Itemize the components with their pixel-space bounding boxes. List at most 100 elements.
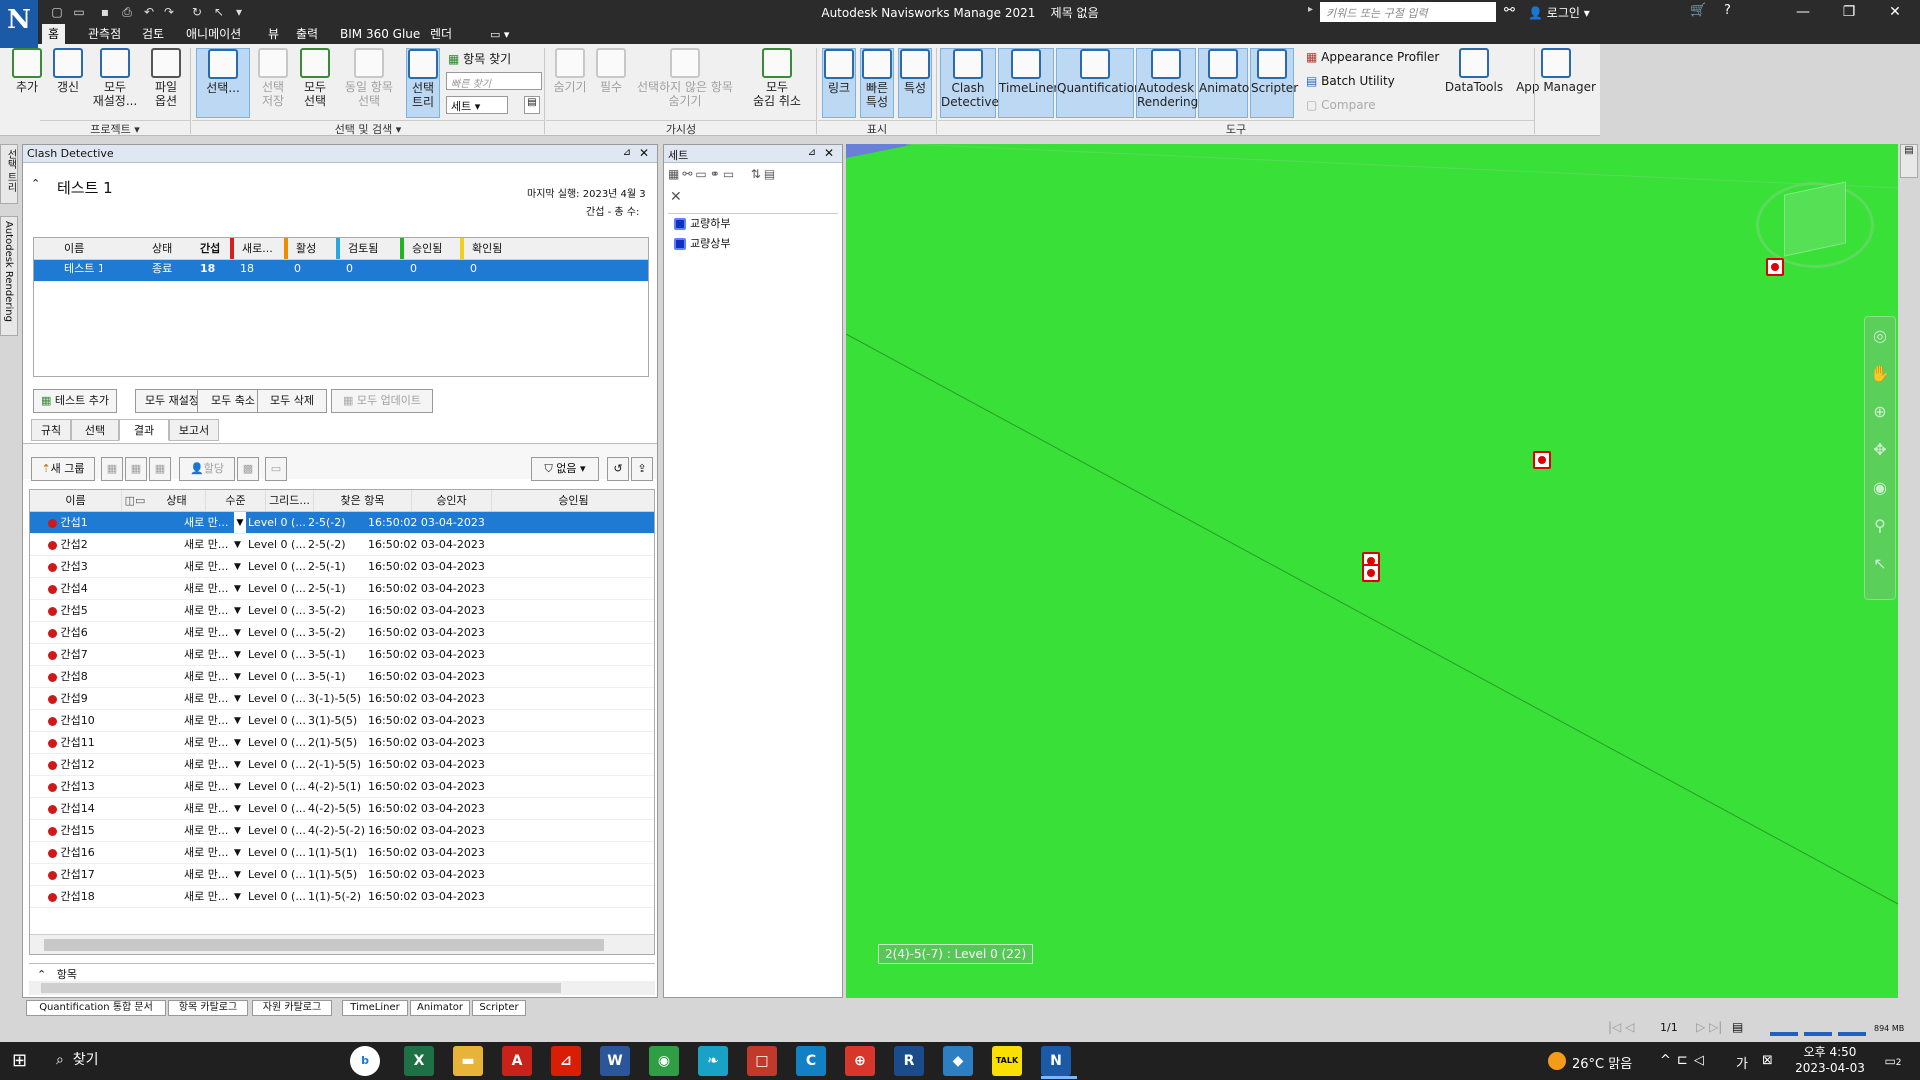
- taskbar-app-icon[interactable]: TALK: [992, 1046, 1022, 1076]
- filter-dropdown[interactable]: ⛉ 없음 ▾: [531, 457, 599, 481]
- batch-utility-button[interactable]: ▤ Batch Utility: [1306, 74, 1395, 88]
- taskbar-app-icon[interactable]: N: [1041, 1046, 1071, 1076]
- taskbar-app-icon[interactable]: ❧: [698, 1046, 728, 1076]
- clash-subtab[interactable]: 보고서: [169, 419, 219, 441]
- camera-comment-icon[interactable]: ◫▭: [122, 490, 148, 511]
- result-status-cell[interactable]: 새로 만...: [180, 556, 232, 577]
- taskbar-app-icon[interactable]: C: [796, 1046, 826, 1076]
- sort-icon[interactable]: ⇅: [751, 167, 764, 181]
- result-status-cell[interactable]: 새로 만...: [180, 666, 232, 687]
- refresh-icon[interactable]: ↻: [188, 3, 206, 21]
- ribbon-button[interactable]: 숨기기: [548, 48, 592, 118]
- clock[interactable]: 오후 4:50 2023-04-03: [1790, 1044, 1870, 1076]
- save-search-icon[interactable]: ⚯: [682, 167, 695, 181]
- right-side-tab[interactable]: ▤: [1900, 144, 1918, 178]
- result-status-cell[interactable]: 새로 만...: [180, 600, 232, 621]
- assign-button[interactable]: 👤할당: [179, 457, 235, 481]
- clash-action-button[interactable]: ▦ 모두 업데이트: [331, 389, 433, 413]
- ribbon-button[interactable]: 파일 옵션: [146, 48, 186, 118]
- result-status-cell[interactable]: 새로 만...: [180, 512, 232, 533]
- taskbar-app-icon[interactable]: ▬: [453, 1046, 483, 1076]
- clash-subtab[interactable]: 선택: [71, 419, 119, 441]
- status-dropdown-icon[interactable]: ▼: [234, 600, 246, 621]
- collapse-icon[interactable]: ⌃: [31, 177, 40, 190]
- zoom-icon[interactable]: ⊕: [1865, 393, 1895, 431]
- network-icon[interactable]: ⊏: [1677, 1053, 1694, 1068]
- status-dropdown-icon[interactable]: ▼: [234, 622, 246, 643]
- viewcube[interactable]: [1784, 181, 1846, 257]
- minimize-button[interactable]: —: [1780, 0, 1826, 24]
- ribbon-button[interactable]: 추가: [10, 48, 44, 118]
- taskbar-app-icon[interactable]: ⊿: [551, 1046, 581, 1076]
- taskbar-app-icon[interactable]: R: [894, 1046, 924, 1076]
- unassign-icon[interactable]: ▩: [237, 457, 259, 481]
- status-dropdown-icon[interactable]: ▼: [234, 732, 246, 753]
- duplicate-icon[interactable]: ⚭: [710, 167, 723, 181]
- undo-icon[interactable]: ↶: [140, 3, 158, 21]
- first-page-icon[interactable]: |◁ ◁: [1608, 1020, 1634, 1034]
- import-export-icon[interactable]: ▤: [764, 167, 778, 181]
- clash-result-row[interactable]: 간섭2 새로 만... ▼ Level 0 (... 2-5(-2) 16:50:02 0…: [30, 534, 654, 556]
- orbit-icon[interactable]: ✥: [1865, 431, 1895, 469]
- save-selection-icon[interactable]: ▦: [668, 167, 682, 181]
- test-row[interactable]: 테스트 1 종료 18 18 0 0 0 0: [34, 260, 648, 282]
- ribbon-button[interactable]: 선택...: [196, 48, 250, 118]
- clash-result-row[interactable]: 간섭17 새로 만... ▼ Level 0 (... 1(1)-5(5) 16:50:0…: [30, 864, 654, 886]
- clash-result-row[interactable]: 간섭6 새로 만... ▼ Level 0 (... 3-5(-2) 16:50:02 0…: [30, 622, 654, 644]
- delete-set-icon[interactable]: ✕: [670, 189, 682, 205]
- status-dropdown-icon[interactable]: ▼: [234, 578, 246, 599]
- print-icon[interactable]: ⎙: [118, 3, 136, 21]
- result-status-cell[interactable]: 새로 만...: [180, 688, 232, 709]
- ribbon-button[interactable]: Autodesk Rendering: [1136, 48, 1198, 118]
- walk-icon[interactable]: ⚲: [1865, 507, 1895, 545]
- status-dropdown-icon[interactable]: ▼: [234, 754, 246, 775]
- find-items-button[interactable]: ▦ 항목 찾기: [448, 50, 511, 67]
- select-icon[interactable]: ↖: [1865, 545, 1895, 583]
- clash-result-row[interactable]: 간섭13 새로 만... ▼ Level 0 (... 4(-2)-5(1) 16:50:…: [30, 776, 654, 798]
- cart-icon[interactable]: 🛒: [1690, 3, 1706, 18]
- test-column-header[interactable]: 간섭: [178, 238, 226, 259]
- menu-tab[interactable]: 뷰: [262, 24, 285, 44]
- status-dropdown-icon[interactable]: ▼: [234, 798, 246, 819]
- status-dropdown-icon[interactable]: ▼: [234, 644, 246, 665]
- clash-result-row[interactable]: 간섭14 새로 만... ▼ Level 0 (... 4(-2)-5(5) 16:50:…: [30, 798, 654, 820]
- test-column-header[interactable]: 승인됨: [400, 238, 460, 259]
- test-column-header[interactable]: 확인됨: [460, 238, 520, 259]
- chevron-up-icon[interactable]: ^: [1660, 1053, 1677, 1068]
- test-column-header[interactable]: 검토됨: [336, 238, 398, 259]
- clash-subtab[interactable]: 규칙: [31, 419, 71, 441]
- menu-tab[interactable]: 출력: [290, 24, 324, 44]
- taskbar-app-icon[interactable]: ◉: [649, 1046, 679, 1076]
- ribbon-button[interactable]: DataTools: [1444, 48, 1504, 118]
- result-status-cell[interactable]: 새로 만...: [180, 578, 232, 599]
- group-icon-2[interactable]: ▦: [125, 457, 147, 481]
- volume-icon[interactable]: ◁: [1694, 1053, 1710, 1068]
- quick-find-input[interactable]: 빠른 찾기: [446, 72, 542, 90]
- ribbon-button[interactable]: 선택하지 않은 항목 숨기기: [630, 48, 740, 118]
- clash-result-row[interactable]: 간섭15 새로 만... ▼ Level 0 (... 4(-2)-5(-2) 16:50…: [30, 820, 654, 842]
- pan-icon[interactable]: ✋: [1865, 355, 1895, 393]
- clash-result-row[interactable]: 간섭9 새로 만... ▼ Level 0 (... 3(-1)-5(5) 16:50:0…: [30, 688, 654, 710]
- result-column-header[interactable]: 찾은 항목: [314, 490, 412, 511]
- notification-center[interactable]: ▭2: [1880, 1048, 1906, 1074]
- reset-icon[interactable]: ↺: [607, 457, 629, 481]
- save-icon[interactable]: ▪: [96, 3, 114, 21]
- status-dropdown-icon[interactable]: ▼: [234, 776, 246, 797]
- clash-result-row[interactable]: 간섭12 새로 만... ▼ Level 0 (... 2(-1)-5(5) 16:50:…: [30, 754, 654, 776]
- status-dropdown-icon[interactable]: ▼: [234, 666, 246, 687]
- result-column-header[interactable]: 이름: [30, 490, 122, 511]
- menu-tab[interactable]: 관측점: [82, 24, 127, 44]
- clash-marker[interactable]: [1533, 451, 1551, 469]
- result-column-header[interactable]: 승인됨: [492, 490, 654, 511]
- sets-pin-icon[interactable]: ⊿: [808, 147, 816, 158]
- panel-hscrollbar[interactable]: [29, 981, 655, 995]
- status-dropdown-icon[interactable]: ▼: [234, 820, 246, 841]
- result-column-header[interactable]: 그리드...: [266, 490, 314, 511]
- result-column-header[interactable]: 승인자: [412, 490, 492, 511]
- result-status-cell[interactable]: 새로 만...: [180, 820, 232, 841]
- clash-result-row[interactable]: 간섭11 새로 만... ▼ Level 0 (... 2(1)-5(5) 16:50:0…: [30, 732, 654, 754]
- clash-result-row[interactable]: 간섭5 새로 만... ▼ Level 0 (... 3-5(-2) 16:50:02 0…: [30, 600, 654, 622]
- test-column-header[interactable]: 상태: [130, 238, 180, 259]
- taskbar-app-icon[interactable]: X: [404, 1046, 434, 1076]
- ribbon-group-label[interactable]: 도구: [938, 120, 1534, 136]
